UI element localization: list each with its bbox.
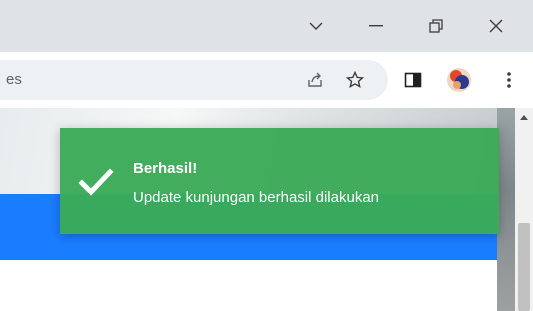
browser-titlebar [0,0,533,52]
bookmark-star-icon [346,71,364,89]
browser-toolbar: es [0,52,533,108]
page-edge-image [497,108,515,311]
close-icon [489,19,503,33]
checkmark-icon [78,168,114,196]
address-text: es [6,71,22,88]
bookmark-button[interactable] [340,65,370,95]
share-icon [308,72,322,87]
menu-kebab-icon [507,72,511,88]
restore-icon [429,19,443,33]
close-button[interactable] [476,10,516,42]
side-panel-button[interactable] [398,65,428,95]
share-button[interactable] [300,65,330,95]
scroll-up-button[interactable] [515,108,533,126]
profile-button[interactable] [444,65,474,95]
vertical-scrollbar[interactable] [515,108,533,311]
minimize-icon [369,25,383,27]
minimize-button[interactable] [356,10,396,42]
menu-button[interactable] [494,65,524,95]
side-panel-icon [404,72,422,88]
profile-avatar [447,68,471,92]
chevron-down-icon [309,22,323,30]
tab-search-button[interactable] [296,10,336,42]
toast-title: Berhasil! [133,160,198,177]
scrollbar-thumb[interactable] [518,223,530,311]
restore-button[interactable] [416,10,456,42]
address-bar[interactable]: es [0,60,388,100]
toast-message: Update kunjungan berhasil dilakukan [133,189,380,206]
success-toast[interactable]: Berhasil! Update kunjungan berhasil dila… [60,128,499,234]
scroll-up-arrow-icon [520,115,528,120]
